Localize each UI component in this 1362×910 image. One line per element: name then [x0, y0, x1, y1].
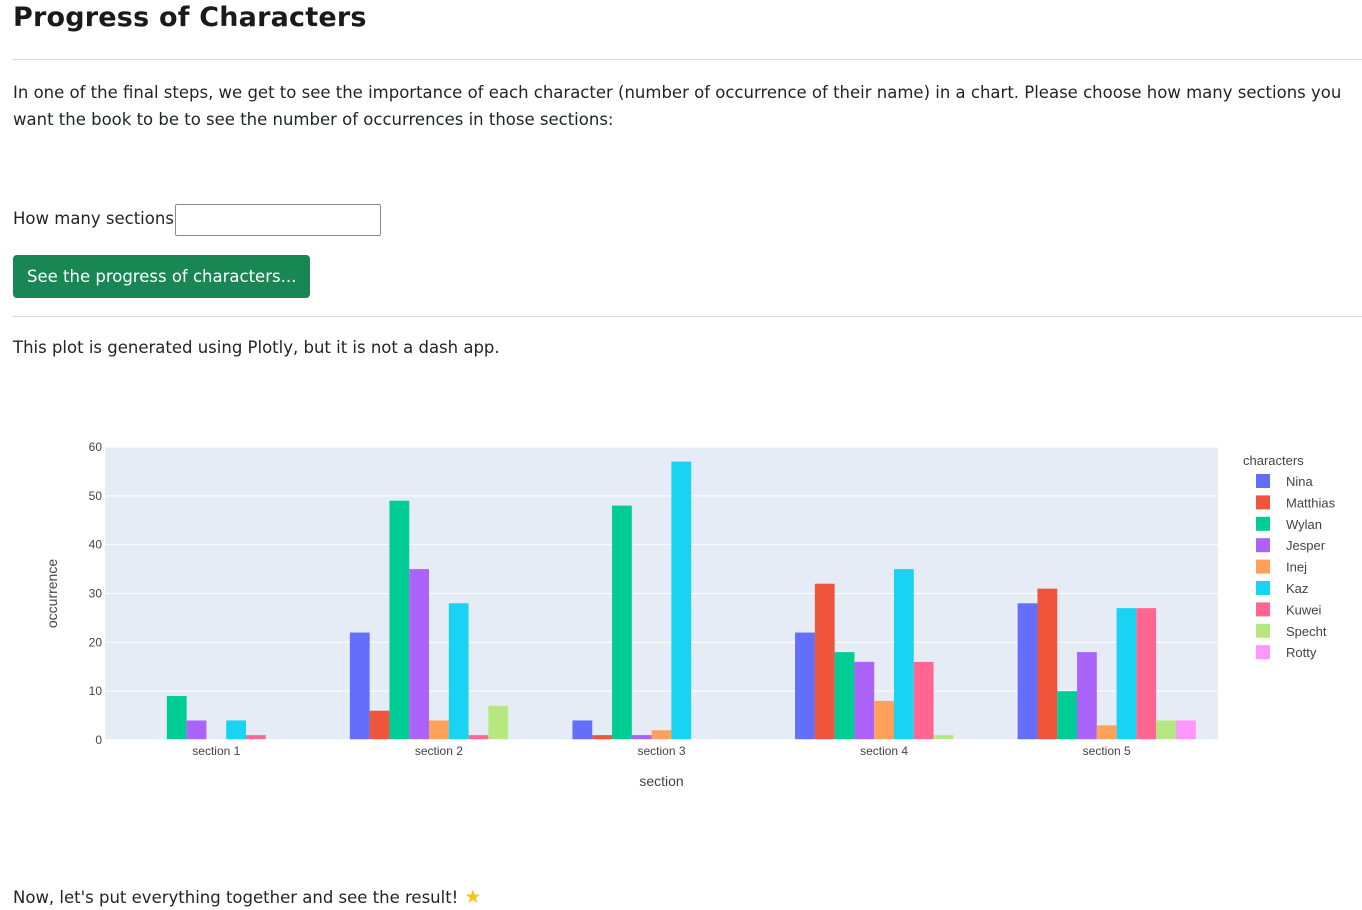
legend-item[interactable]: Kaz: [1286, 581, 1308, 596]
legend-swatch[interactable]: [1256, 559, 1270, 574]
bar-kaz[interactable]: [1116, 608, 1137, 740]
legend-swatch[interactable]: [1256, 645, 1270, 660]
x-axis-title: section: [639, 773, 683, 789]
bar-wylan[interactable]: [612, 505, 632, 740]
bar-inej[interactable]: [874, 700, 894, 740]
bar-nina[interactable]: [349, 632, 370, 740]
bar-matthias[interactable]: [369, 710, 390, 740]
legend-item[interactable]: Inej: [1286, 560, 1307, 575]
legend-item[interactable]: Wylan: [1286, 517, 1322, 532]
y-tick-label: 10: [89, 684, 103, 698]
legend-swatch[interactable]: [1256, 602, 1270, 617]
legend-swatch[interactable]: [1256, 623, 1270, 638]
character-occurrence-chart: 0 10 20 30 40 50 60 section 1 section 2 section 3…: [44, 440, 1336, 789]
y-tick-label: 30: [89, 587, 103, 601]
legend-swatch[interactable]: [1256, 516, 1270, 531]
bar-nina[interactable]: [572, 720, 593, 740]
legend-swatch[interactable]: [1256, 474, 1270, 488]
y-tick-label: 40: [89, 538, 103, 552]
legend-swatch[interactable]: [1256, 495, 1270, 510]
bar-kuwei[interactable]: [1136, 608, 1157, 740]
y-axis-title: occurrence: [44, 559, 60, 628]
bar-wylan[interactable]: [834, 652, 855, 740]
x-tick-label: section 1: [192, 744, 240, 758]
bar-matthias[interactable]: [814, 583, 835, 740]
y-tick-label: 60: [89, 440, 103, 454]
y-tick-label: 20: [89, 635, 103, 649]
legend-item[interactable]: Jesper: [1286, 538, 1326, 553]
bar-kaz[interactable]: [671, 461, 692, 740]
x-tick-label: section 2: [415, 744, 463, 758]
x-tick-label: section 5: [1083, 744, 1131, 758]
bar-inej[interactable]: [1096, 725, 1117, 740]
bar-jesper[interactable]: [1077, 652, 1097, 740]
y-tick-label: 50: [89, 489, 103, 503]
bar-inej[interactable]: [651, 730, 672, 740]
bar-wylan[interactable]: [389, 500, 410, 740]
bar-nina[interactable]: [795, 632, 815, 740]
bar-kuwei[interactable]: [913, 661, 934, 740]
bar-kaz[interactable]: [448, 603, 469, 740]
legend-swatch[interactable]: [1256, 581, 1270, 595]
bar-nina[interactable]: [1017, 603, 1038, 740]
legend-item[interactable]: Nina: [1286, 474, 1314, 489]
bar-kaz[interactable]: [226, 720, 246, 740]
legend-title: characters: [1243, 453, 1304, 468]
x-tick-label: section 3: [637, 744, 685, 758]
bar-jesper[interactable]: [409, 569, 430, 740]
y-tick-label: 0: [95, 733, 102, 747]
bar-rotty[interactable]: [1175, 720, 1196, 740]
bar-jesper[interactable]: [186, 720, 207, 740]
legend-item[interactable]: Specht: [1286, 624, 1327, 639]
legend-item[interactable]: Rotty: [1286, 645, 1317, 660]
bar-specht[interactable]: [1156, 720, 1176, 740]
bar-kaz[interactable]: [893, 569, 914, 740]
legend-swatch[interactable]: [1256, 538, 1270, 553]
bar-wylan[interactable]: [166, 696, 187, 740]
bar-inej[interactable]: [429, 720, 449, 740]
bar-jesper[interactable]: [854, 661, 875, 740]
bar-wylan[interactable]: [1057, 691, 1078, 740]
bar-specht[interactable]: [488, 705, 509, 740]
bar-matthias[interactable]: [1037, 588, 1058, 740]
legend-item[interactable]: Matthias: [1286, 495, 1336, 510]
legend-item[interactable]: Kuwei: [1286, 602, 1322, 617]
x-tick-label: section 4: [860, 744, 908, 758]
